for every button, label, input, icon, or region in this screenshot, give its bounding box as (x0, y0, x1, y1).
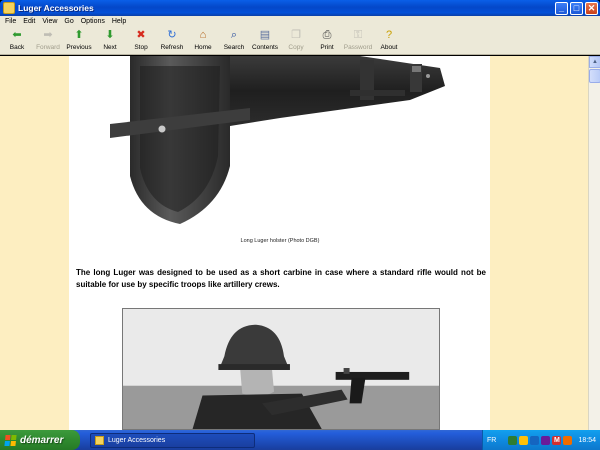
tray-app-icon[interactable] (541, 435, 551, 445)
toolbar-home-button[interactable]: ⌂ Home (190, 27, 216, 51)
menu-file[interactable]: File (5, 18, 16, 25)
menu-options[interactable]: Options (81, 18, 105, 25)
toolbar-label: Previous (66, 44, 92, 51)
page-area: Long Luger holster (Photo DGB) The long … (0, 56, 588, 430)
next-arrow-icon: ⬇ (105, 29, 115, 41)
holster-photo (110, 56, 445, 224)
toolbar-print-button[interactable]: ⎙ Print (314, 27, 340, 51)
close-button[interactable]: ✕ (585, 1, 598, 15)
task-app-icon (95, 435, 104, 445)
toolbar-next-button[interactable]: ⬇ Next (97, 27, 123, 51)
home-icon: ⌂ (199, 29, 207, 41)
toolbar-label: Refresh (160, 44, 184, 51)
scroll-thumb[interactable] (589, 69, 600, 83)
menu-help[interactable]: Help (112, 18, 126, 25)
menu-bar: File Edit View Go Options Help (0, 16, 600, 27)
app-icon (3, 2, 15, 14)
taskbar: démarrer Luger Accessories FR M 18:54 (0, 430, 600, 450)
toolbar-label: About (380, 44, 398, 51)
taskbar-clock: 18:54 (578, 436, 596, 444)
toolbar-label: Copy (288, 44, 304, 51)
menu-edit[interactable]: Edit (23, 18, 35, 25)
taskbar-item-luger-accessories[interactable]: Luger Accessories (90, 432, 255, 448)
photo-caption: Long Luger holster (Photo DGB) (240, 238, 320, 244)
vertical-scrollbar[interactable]: ▲ (588, 56, 600, 430)
toolbar-label: Print (320, 44, 334, 51)
refresh-icon: ↻ (167, 29, 177, 41)
start-label: démarrer (20, 434, 64, 446)
toolbar-label: Password (343, 44, 373, 51)
toolbar-search-button[interactable]: ⌕ Search (221, 27, 247, 51)
tray-mail-icon[interactable]: M (552, 435, 562, 445)
tray-volume-icon[interactable] (519, 435, 529, 445)
toolbar-password-button[interactable]: ⚿ Password (343, 27, 373, 51)
toolbar-label: Search (223, 44, 245, 51)
toolbar-refresh-button[interactable]: ↻ Refresh (159, 27, 185, 51)
start-button[interactable]: démarrer (0, 430, 80, 450)
toolbar-contents-button[interactable]: ▤ Contents (252, 27, 278, 51)
toolbar-previous-button[interactable]: ⬆ Previous (66, 27, 92, 51)
window-title: Luger Accessories (18, 3, 94, 13)
menu-go[interactable]: Go (64, 18, 73, 25)
menu-view[interactable]: View (42, 18, 57, 25)
contents-icon: ▤ (259, 29, 271, 41)
tray-security-icon[interactable] (530, 435, 540, 445)
task-label: Luger Accessories (108, 436, 166, 444)
toolbar-stop-button[interactable]: ✖ Stop (128, 27, 154, 51)
scroll-up-button[interactable]: ▲ (589, 56, 600, 68)
tray-update-icon[interactable] (563, 435, 573, 445)
toolbar-forward-button[interactable]: ➡ Forward (35, 27, 61, 51)
soldier-photo (122, 308, 440, 430)
copy-icon: ❐ (291, 29, 301, 41)
windows-logo-icon (4, 434, 17, 446)
forward-arrow-icon: ➡ (43, 29, 53, 41)
toolbar: ⬅ Back ➡ Forward ⬆ Previous ⬇ Next ✖ Stop ↻ Refresh… (0, 27, 600, 55)
maximize-button[interactable]: □ (570, 1, 583, 15)
toolbar-label: Back (9, 44, 25, 51)
minimize-button[interactable]: _ (555, 1, 568, 15)
article-paragraph: The long Luger was designed to be used a… (76, 268, 486, 289)
toolbar-back-button[interactable]: ⬅ Back (4, 27, 30, 51)
system-tray: FR M 18:54 (482, 430, 600, 450)
window-titlebar[interactable]: Luger Accessories _ □ ✕ (0, 0, 600, 16)
tray-network-icon[interactable] (508, 435, 518, 445)
toolbar-label: Stop (134, 44, 148, 51)
about-icon: ? (385, 29, 393, 41)
stop-icon: ✖ (136, 29, 146, 41)
language-indicator[interactable]: FR (487, 437, 496, 444)
key-icon: ⚿ (353, 29, 363, 41)
search-icon: ⌕ (230, 29, 238, 41)
toolbar-label: Home (194, 44, 212, 51)
print-icon: ⎙ (322, 29, 332, 41)
toolbar-copy-button[interactable]: ❐ Copy (283, 27, 309, 51)
previous-arrow-icon: ⬆ (74, 29, 84, 41)
toolbar-label: Next (103, 44, 117, 51)
toolbar-about-button[interactable]: ? About (376, 27, 402, 51)
toolbar-label: Contents (251, 44, 279, 51)
back-arrow-icon: ⬅ (12, 29, 22, 41)
toolbar-label: Forward (36, 44, 60, 51)
